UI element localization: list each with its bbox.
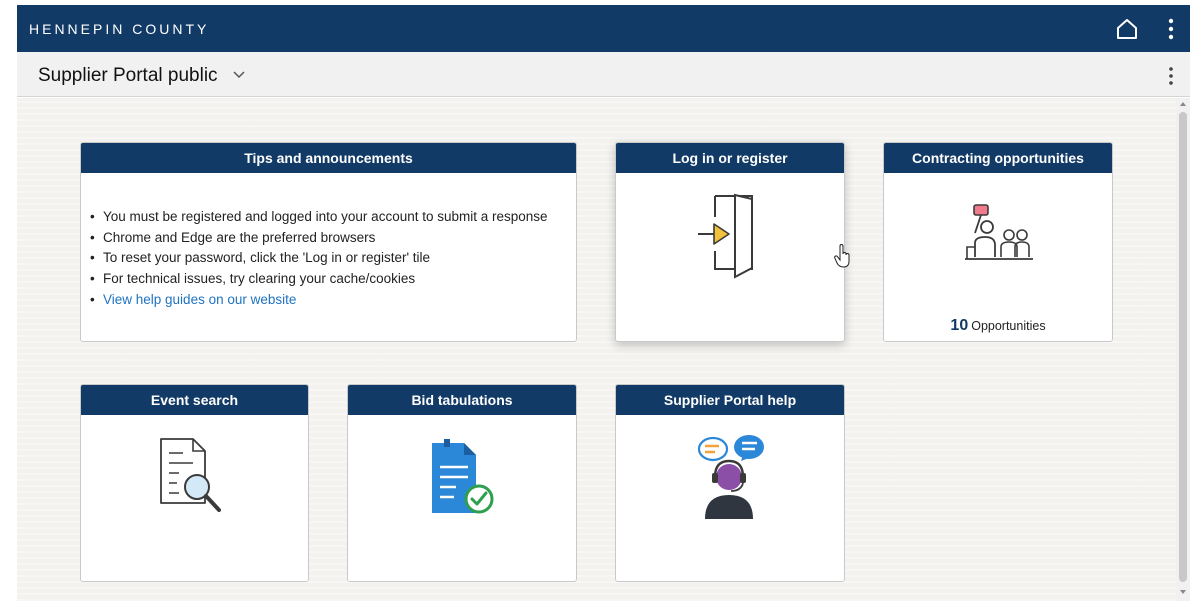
brand-name: HENNEPIN COUNTY <box>29 21 210 37</box>
document-check-icon <box>432 439 494 514</box>
kebab-icon[interactable] <box>1164 66 1178 86</box>
list-item: View help guides on our website <box>90 290 548 311</box>
list-item: You must be registered and logged into y… <box>90 207 548 228</box>
chevron-down-icon[interactable] <box>233 70 245 80</box>
tile-title: Bid tabulations <box>348 385 576 415</box>
contracting-tile[interactable]: Contracting opportunities 10 Opportunitie… <box>883 142 1113 342</box>
count-label: Opportunities <box>971 319 1046 333</box>
tips-list: You must be registered and logged into y… <box>90 207 548 311</box>
scroll-up-icon[interactable] <box>1179 100 1187 108</box>
meeting-presentation-icon <box>965 204 1033 260</box>
event-search-tile[interactable]: Event search <box>80 384 309 582</box>
tile-title: Supplier Portal help <box>616 385 844 415</box>
count-value: 10 <box>950 317 969 334</box>
top-header: HENNEPIN COUNTY <box>17 5 1190 52</box>
tile-title: Tips and announcements <box>81 143 576 173</box>
home-icon[interactable] <box>1115 17 1139 41</box>
support-agent-icon <box>697 435 764 519</box>
help-guides-link[interactable]: View help guides on our website <box>103 292 296 307</box>
list-item: To reset your password, click the 'Log i… <box>90 248 548 269</box>
tile-title: Contracting opportunities <box>884 143 1112 173</box>
tile-title: Log in or register <box>616 143 844 173</box>
page-header: Supplier Portal public <box>17 52 1190 97</box>
supplier-help-tile[interactable]: Supplier Portal help <box>615 384 845 582</box>
scroll-thumb[interactable] <box>1179 112 1187 582</box>
scrollbar[interactable] <box>1176 98 1190 601</box>
opportunity-count: 10 Opportunities <box>884 317 1112 335</box>
tips-tile[interactable]: Tips and announcements You must be regis… <box>80 142 577 342</box>
login-tile[interactable]: Log in or register <box>615 142 845 342</box>
tile-title: Event search <box>81 385 308 415</box>
document-search-icon <box>160 438 221 512</box>
bid-tabulations-tile[interactable]: Bid tabulations <box>347 384 577 582</box>
list-item: Chrome and Edge are the preferred browse… <box>90 228 548 249</box>
hand-cursor-icon <box>834 244 850 268</box>
scroll-down-icon[interactable] <box>1179 588 1187 596</box>
kebab-icon[interactable] <box>1164 17 1178 41</box>
list-item: For technical issues, try clearing your … <box>90 269 548 290</box>
page-title[interactable]: Supplier Portal public <box>38 65 218 87</box>
door-enter-icon <box>698 193 753 279</box>
